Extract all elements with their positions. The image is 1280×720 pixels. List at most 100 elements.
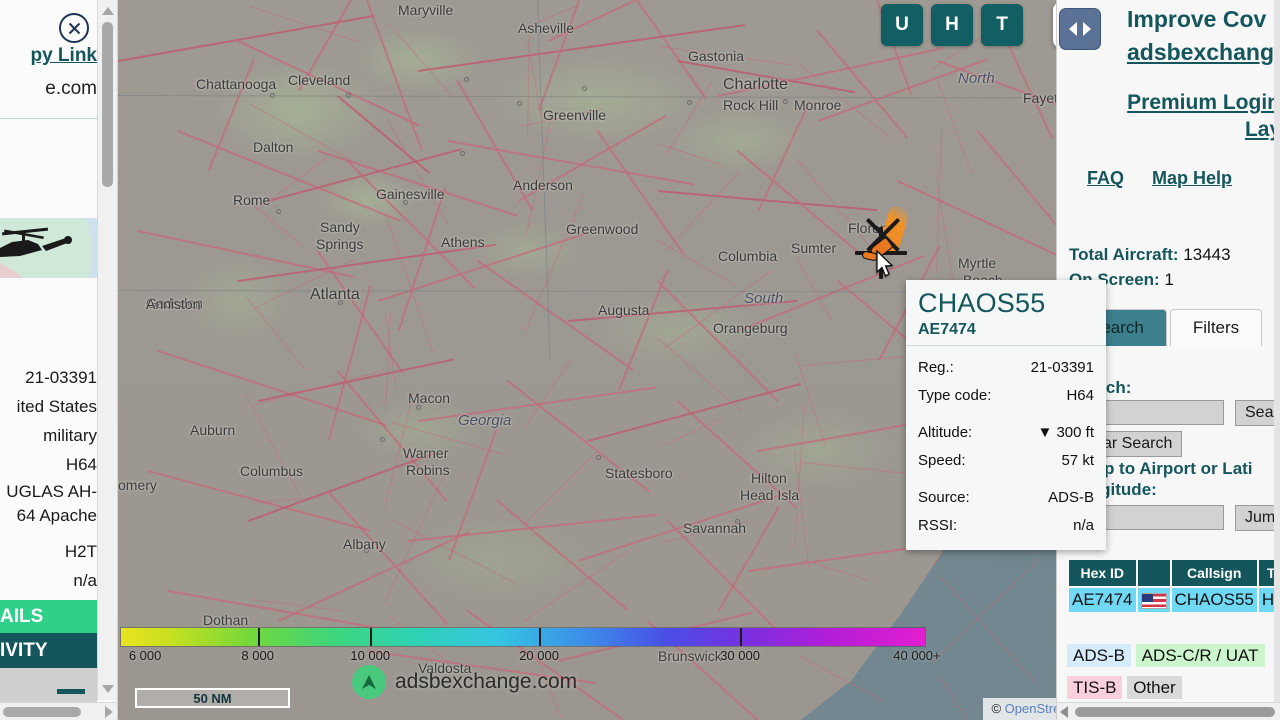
map-city-dot: [596, 455, 601, 460]
detail-value: 21-03391: [25, 368, 97, 387]
map-filter-button-u[interactable]: U: [881, 4, 923, 46]
popup-source-row: Source: ADS-B: [918, 484, 1094, 512]
altitude-tick: [740, 628, 743, 646]
scroll-down-arrow-icon[interactable]: [102, 685, 114, 693]
attribution-copyright: ©: [991, 701, 1002, 716]
stat-value: 1: [1159, 270, 1174, 289]
legend-adsc: ADS-C/R / UAT: [1135, 644, 1265, 667]
altitude-gradient-bar: [121, 628, 925, 646]
tab-filters[interactable]: Filters: [1169, 309, 1263, 346]
aircraft-photo: [0, 218, 100, 278]
altitude-tick-label: 6 000: [128, 648, 162, 663]
detail-value: ited States: [16, 397, 97, 416]
altitude-color-legend: 6 000 8 000 10 000 20 000 30 000 40 000+: [118, 628, 1175, 663]
altitude-tick: [257, 628, 260, 646]
close-panel-button[interactable]: [59, 13, 89, 43]
helicopter-silhouette-icon: [0, 227, 72, 258]
premium-login-link[interactable]: Premium Login: rLayer: [1071, 90, 1280, 144]
map-city-dot: [346, 93, 351, 98]
map-city-dot: [276, 209, 281, 214]
map-city-dot: [196, 305, 201, 310]
sidebar-hscroll-thumb[interactable]: [1075, 707, 1275, 717]
stat-total-aircraft-: Total Aircraft: 13443: [1069, 245, 1231, 265]
map-city-dot: [735, 519, 740, 524]
map-filter-button-t[interactable]: T: [981, 4, 1023, 46]
cell-callsign[interactable]: CHAOS55: [1171, 588, 1257, 612]
map-city-dot: [687, 100, 692, 105]
map-canvas[interactable]: Maryville Asheville Gastonia Charlotte Rock …: [118, 0, 1175, 720]
stat-label: Total Aircraft:: [1069, 245, 1179, 264]
aircraft-detail-panel[interactable]: py Link e.com 21-03391 ited States militar…: [0, 0, 118, 720]
hscroll-thumb[interactable]: [3, 707, 81, 717]
adsbexchange-logo-icon: [352, 665, 386, 699]
popup-header: CHAOS55 AE7474: [906, 280, 1106, 347]
detail-value: 64 Apache: [16, 506, 97, 525]
detail-value: UGLAS AH-: [6, 482, 97, 501]
popup-value: H64: [1066, 387, 1094, 405]
popup-flight-row: Speed: 57 kt: [918, 447, 1094, 475]
popup-value: n/a: [1073, 516, 1094, 534]
popup-key: Reg.:: [918, 359, 954, 377]
details-tab-button[interactable]: AILS: [0, 600, 97, 633]
map-city-dot: [464, 77, 469, 82]
map-filter-button-h[interactable]: H: [931, 4, 973, 46]
table-header[interactable]: Hex ID: [1069, 560, 1136, 586]
altitude-tick-label: 10 000: [350, 648, 391, 663]
detail-value: H2T: [64, 542, 97, 561]
mouse-cursor: [876, 250, 894, 277]
popup-key: Source:: [918, 488, 970, 506]
altitude-tick-label: 20 000: [519, 648, 559, 663]
altitude-tick: [370, 628, 373, 646]
sidebar-links: FAQ Map Help: [1087, 168, 1280, 189]
source-legend: ADS-B ADS-C/R / UAT TIS-B Other: [1067, 640, 1280, 705]
copy-link-button[interactable]: py Link: [30, 45, 97, 67]
map-city-dot: [783, 99, 788, 104]
popup-key: Altitude:: [918, 424, 973, 442]
popup-value: 21-03391: [1030, 359, 1094, 377]
sidebar-title-line1: Improve Cov: [1127, 6, 1267, 32]
sidebar-toggle-button[interactable]: [1059, 8, 1101, 50]
popup-value: ADS-B: [1048, 488, 1094, 506]
popup-flight-row: Altitude: ▼ 300 ft: [918, 419, 1094, 447]
aircraft-info-popup[interactable]: CHAOS55 AE7474 Reg.: 21-03391 Type code: H6…: [906, 280, 1106, 550]
popup-body: Reg.: 21-03391 Type code: H64 Altitude: ▼ 30…: [906, 346, 1106, 549]
expand-collapse-icon: [1069, 22, 1091, 36]
hscroll-left-arrow-icon[interactable]: [1060, 706, 1068, 718]
close-icon: [68, 22, 80, 34]
popup-value: ▼ 300 ft: [1037, 424, 1094, 442]
map-filter-buttons: UHT: [881, 4, 1023, 46]
scroll-up-arrow-icon[interactable]: [102, 7, 114, 15]
panel-gray-section: [0, 668, 97, 702]
detail-value: n/a: [73, 571, 97, 590]
sidebar-title-link[interactable]: adsbexchang: [1127, 39, 1274, 66]
popup-value: 57 kt: [1061, 452, 1094, 470]
brand-text: adsbexchange.com: [395, 670, 578, 693]
table-header[interactable]: [1137, 560, 1170, 586]
panel-dash-marker: [57, 689, 85, 694]
left-panel-scrollbar[interactable]: [97, 0, 117, 700]
altitude-tick: [539, 628, 542, 646]
faq-link[interactable]: FAQ: [1087, 168, 1124, 189]
map-city-dot: [270, 93, 275, 98]
map-city-dot: [403, 200, 408, 205]
sidebar-horizontal-scrollbar[interactable]: [1057, 702, 1280, 720]
popup-source-row: RSSI: n/a: [918, 512, 1094, 540]
table-header[interactable]: Callsign: [1171, 560, 1257, 586]
map-city-dot: [517, 101, 522, 106]
scroll-thumb[interactable]: [102, 22, 113, 187]
map-help-link[interactable]: Map Help: [1152, 168, 1232, 189]
map-city-dot: [460, 151, 465, 156]
legend-other: Other: [1127, 676, 1182, 700]
sidebar-vertical-scroll-track[interactable]: [1274, 0, 1280, 702]
adsbexchange-brand: adsbexchange.com: [352, 665, 577, 699]
panel-divider: [0, 118, 97, 119]
hscroll-right-arrow-icon[interactable]: [105, 706, 113, 718]
left-panel-horizontal-scrollbar[interactable]: [0, 702, 117, 720]
aircraft-table[interactable]: Hex IDCallsignTy AE7474CHAOS55H6: [1067, 558, 1280, 614]
activity-tab-button[interactable]: IVITY: [0, 633, 97, 668]
legend-tisb: TIS-B: [1067, 676, 1123, 700]
legend-adsb: ADS-B: [1067, 644, 1131, 667]
cell-hex-id[interactable]: AE7474: [1069, 588, 1136, 612]
table-row[interactable]: AE7474CHAOS55H6: [1069, 588, 1280, 612]
map-city-dot: [364, 548, 369, 553]
